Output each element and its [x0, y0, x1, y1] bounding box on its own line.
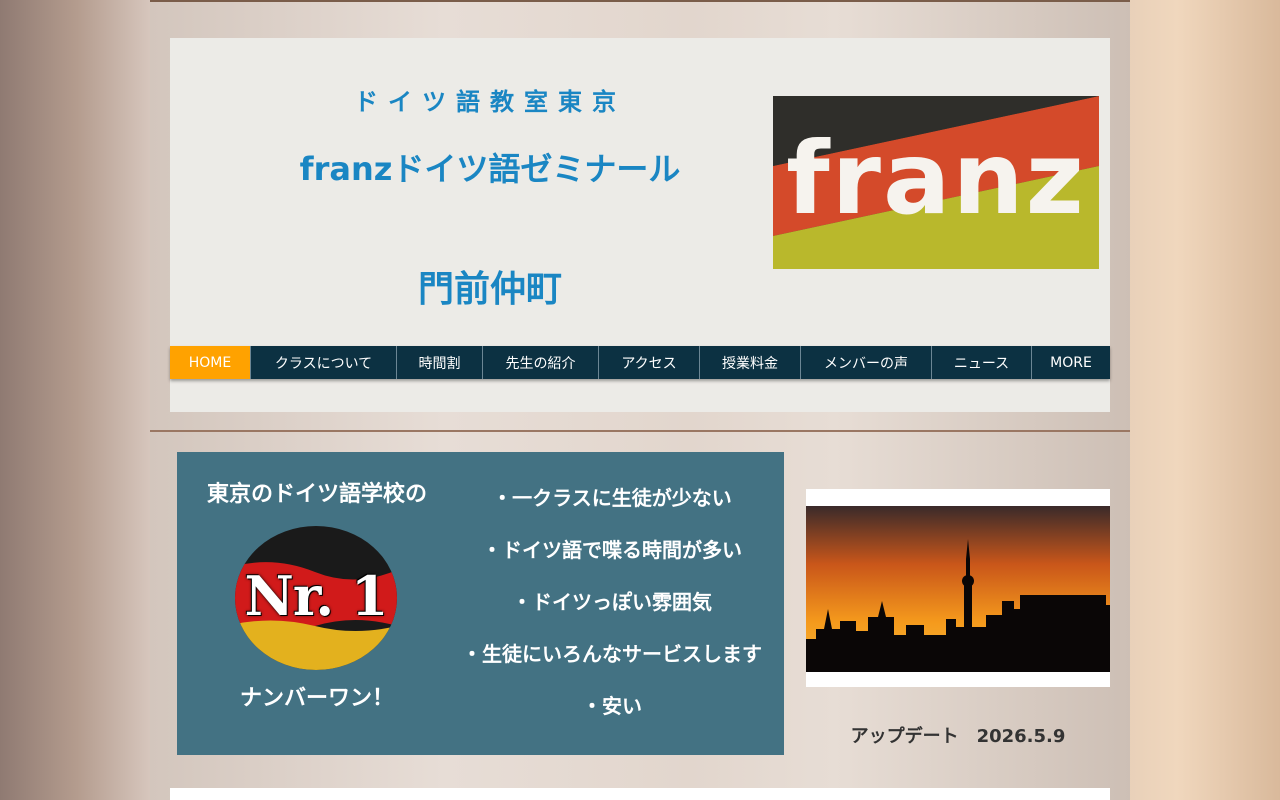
nav-item-home[interactable]: HOME	[170, 346, 251, 379]
site-header: ドイツ語教室東京 franzドイツ語ゼミナール 門前仲町 franz HOME …	[170, 38, 1110, 412]
nav-item-more[interactable]: MORE	[1032, 346, 1110, 379]
promo-banner: 東京のドイツ語学校の Nr. 1 ナンバーワン！ ・一クラスに生徒が少ない ・ド…	[177, 452, 784, 755]
nav-item-testimonials[interactable]: メンバーの声	[801, 346, 932, 379]
feature-item: ・一クラスに生徒が少ない	[492, 486, 732, 510]
number-one-badge: Nr. 1	[235, 526, 397, 670]
feature-item: ・ドイツっぽい雰囲気	[512, 590, 712, 614]
nav-item-news[interactable]: ニュース	[932, 346, 1032, 379]
nav-item-teachers[interactable]: 先生の紹介	[483, 346, 599, 379]
section-divider	[150, 430, 1130, 432]
update-date: アップデート 2026.5.9	[850, 726, 1066, 747]
franz-logo[interactable]: franz	[773, 96, 1099, 269]
promo-heading: 東京のドイツ語学校の	[206, 482, 427, 507]
feature-item: ・安い	[582, 694, 642, 718]
page-container: ドイツ語教室東京 franzドイツ語ゼミナール 門前仲町 franz HOME …	[150, 0, 1130, 800]
badge-text: Nr. 1	[244, 564, 388, 628]
feature-item: ・生徒にいろんなサービスします	[462, 642, 762, 666]
site-subtitle: ドイツ語教室東京	[354, 88, 626, 116]
site-location: 門前仲町	[417, 269, 562, 310]
skyline-image	[806, 489, 1110, 687]
main-navigation: HOME クラスについて 時間割 先生の紹介 アクセス 授業料金 メンバーの声 …	[170, 346, 1110, 379]
promo-number-one: ナンバーワン！	[239, 686, 394, 711]
feature-list: ・一クラスに生徒が少ない ・ドイツ語で喋る時間が多い ・ドイツっぽい雰囲気 ・生…	[457, 482, 767, 742]
site-title[interactable]: franzドイツ語ゼミナール	[280, 144, 700, 190]
nav-item-timetable[interactable]: 時間割	[397, 346, 483, 379]
content-section-top	[170, 788, 1110, 800]
nav-item-fees[interactable]: 授業料金	[700, 346, 801, 379]
berlin-skyline-photo	[806, 489, 1110, 687]
logo-text: franz	[786, 120, 1086, 237]
feature-item: ・ドイツ語で喋る時間が多い	[482, 538, 742, 562]
nav-item-access[interactable]: アクセス	[599, 346, 700, 379]
nav-item-classes[interactable]: クラスについて	[251, 346, 397, 379]
